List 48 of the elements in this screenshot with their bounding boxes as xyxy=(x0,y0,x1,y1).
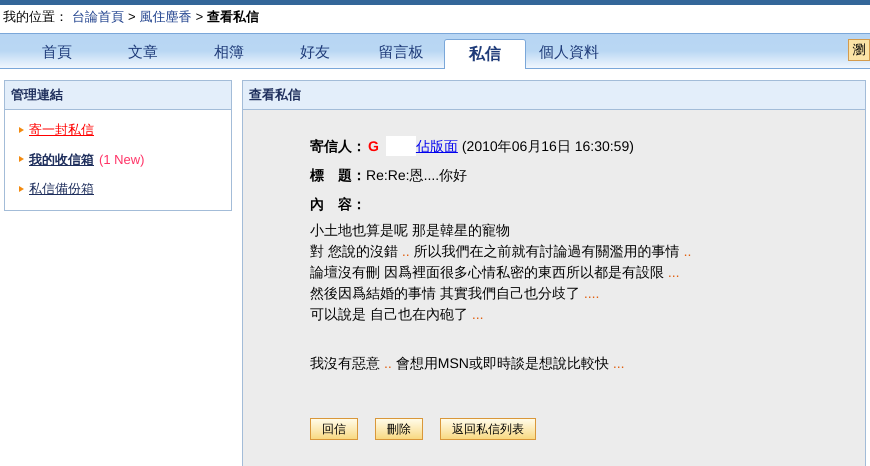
message-line: 然後因爲結婚的事情 其實我們自己也分歧了 xyxy=(310,284,580,303)
nav-tab[interactable]: 個人資料 xyxy=(526,38,612,68)
message-date: (2010年06月16日 16:30:59) xyxy=(462,136,634,156)
ellipsis-dots: .. xyxy=(684,242,692,261)
action-button[interactable]: 刪除 xyxy=(375,418,423,440)
ellipsis-dots: .. xyxy=(384,354,392,373)
nav-tab[interactable]: 首頁 xyxy=(14,38,100,68)
message-line: 小土地也算是呢 那是韓星的寵物 xyxy=(310,221,510,240)
ellipsis-dots: ... xyxy=(472,305,484,324)
ellipsis-dots: ... xyxy=(668,263,680,282)
sender-link[interactable]: 佔版面 xyxy=(416,136,458,156)
panel-header: 管理連結 xyxy=(5,81,231,110)
ellipsis-dots: .... xyxy=(584,284,600,303)
message-line: 所以我們在之前就有討論過有關濫用的事情 xyxy=(414,242,680,261)
breadcrumb-current: 查看私信 xyxy=(207,8,260,26)
breadcrumb-link[interactable]: 台論首頁 xyxy=(72,7,124,27)
breadcrumb-label: 我的位置： xyxy=(3,8,68,26)
sidebar-link[interactable]: 我的收信箱 xyxy=(29,150,94,169)
message-subject: Re:Re:恩....你好 xyxy=(366,166,468,184)
bullet-icon xyxy=(19,156,24,162)
breadcrumb-separator: > xyxy=(128,8,136,26)
nav-tab[interactable]: 文章 xyxy=(100,38,186,68)
new-count: (1 New) xyxy=(99,150,145,169)
breadcrumb-separator: > xyxy=(196,8,204,26)
nav-tab[interactable]: 私信 xyxy=(444,39,526,69)
field-label: 內 容： xyxy=(310,195,367,214)
nav-tab[interactable]: 好友 xyxy=(272,38,358,68)
field-label: 寄信人： xyxy=(310,136,366,156)
ellipsis-dots: .. xyxy=(402,242,410,261)
bullet-icon xyxy=(19,126,24,133)
sidebar-link[interactable]: 私信備份箱 xyxy=(29,179,94,198)
message-line: 我沒有惡意 xyxy=(310,354,380,373)
message-line: 對 您說的沒錯 xyxy=(310,242,398,261)
field-label: 標 題： xyxy=(310,166,366,184)
toolbar-button[interactable]: 瀏 xyxy=(848,39,870,61)
panel-header: 查看私信 xyxy=(243,81,865,110)
nav-tab[interactable]: 留言板 xyxy=(358,38,444,68)
sender-initial: G xyxy=(368,136,379,156)
breadcrumb-link[interactable]: 風住塵香 xyxy=(140,7,192,27)
message-line: 可以說是 自己也在內砲了 xyxy=(310,305,468,324)
action-button[interactable]: 返回私信列表 xyxy=(440,418,536,440)
sidebar-link[interactable]: 寄一封私信 xyxy=(29,120,94,140)
message-line: 論壇沒有刪 因爲裡面很多心情私密的東西所以都是有設限 xyxy=(310,263,664,282)
nav-tab[interactable]: 相簿 xyxy=(186,38,272,68)
action-button[interactable]: 回信 xyxy=(310,418,358,440)
bullet-icon xyxy=(19,186,24,192)
message-line: 會想用MSN或即時談是想說比較快 xyxy=(396,354,609,373)
ellipsis-dots: ... xyxy=(612,354,625,373)
